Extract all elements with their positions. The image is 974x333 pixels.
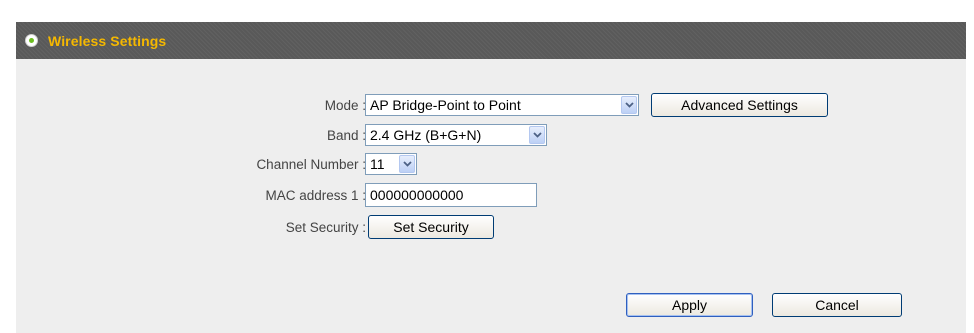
security-row: Set Security : Set Security xyxy=(16,212,966,242)
cancel-button[interactable]: Cancel xyxy=(772,293,902,317)
mac-address-1-input[interactable]: 000000000000 xyxy=(365,183,537,207)
radio-dot-icon xyxy=(25,34,38,47)
security-label: Set Security : xyxy=(285,219,366,235)
band-select-value: 2.4 GHz (B+G+N) xyxy=(370,127,482,143)
mac-address-label: MAC address 1 : xyxy=(265,187,366,203)
channel-select[interactable]: 11 xyxy=(365,153,417,175)
mac-address-row: MAC address 1 : 000000000000 xyxy=(16,180,966,210)
advanced-settings-button[interactable]: Advanced Settings xyxy=(651,93,828,117)
channel-label: Channel Number : xyxy=(256,156,366,172)
section-title: Wireless Settings xyxy=(48,32,167,49)
mode-select[interactable]: AP Bridge-Point to Point xyxy=(365,94,639,116)
chevron-down-icon[interactable] xyxy=(529,126,545,144)
mode-select-value: AP Bridge-Point to Point xyxy=(370,97,521,113)
chevron-down-icon[interactable] xyxy=(399,155,415,173)
band-select[interactable]: 2.4 GHz (B+G+N) xyxy=(365,124,547,146)
channel-row: Channel Number : 11 xyxy=(16,149,966,179)
chevron-down-icon[interactable] xyxy=(621,96,637,114)
section-header: Wireless Settings xyxy=(16,22,966,59)
apply-button[interactable]: Apply xyxy=(626,293,753,317)
footer-buttons: Apply Cancel xyxy=(16,290,966,320)
mode-row: Mode : AP Bridge-Point to Point Advanced… xyxy=(16,90,966,120)
band-row: Band : 2.4 GHz (B+G+N) xyxy=(16,120,966,150)
set-security-button[interactable]: Set Security xyxy=(368,215,494,239)
channel-select-value: 11 xyxy=(370,156,385,172)
wireless-settings-panel: Wireless Settings Mode : AP Bridge-Point… xyxy=(16,22,966,333)
band-label: Band : xyxy=(326,127,366,143)
mode-label: Mode : xyxy=(324,97,366,113)
page: Wireless Settings Mode : AP Bridge-Point… xyxy=(0,0,974,333)
